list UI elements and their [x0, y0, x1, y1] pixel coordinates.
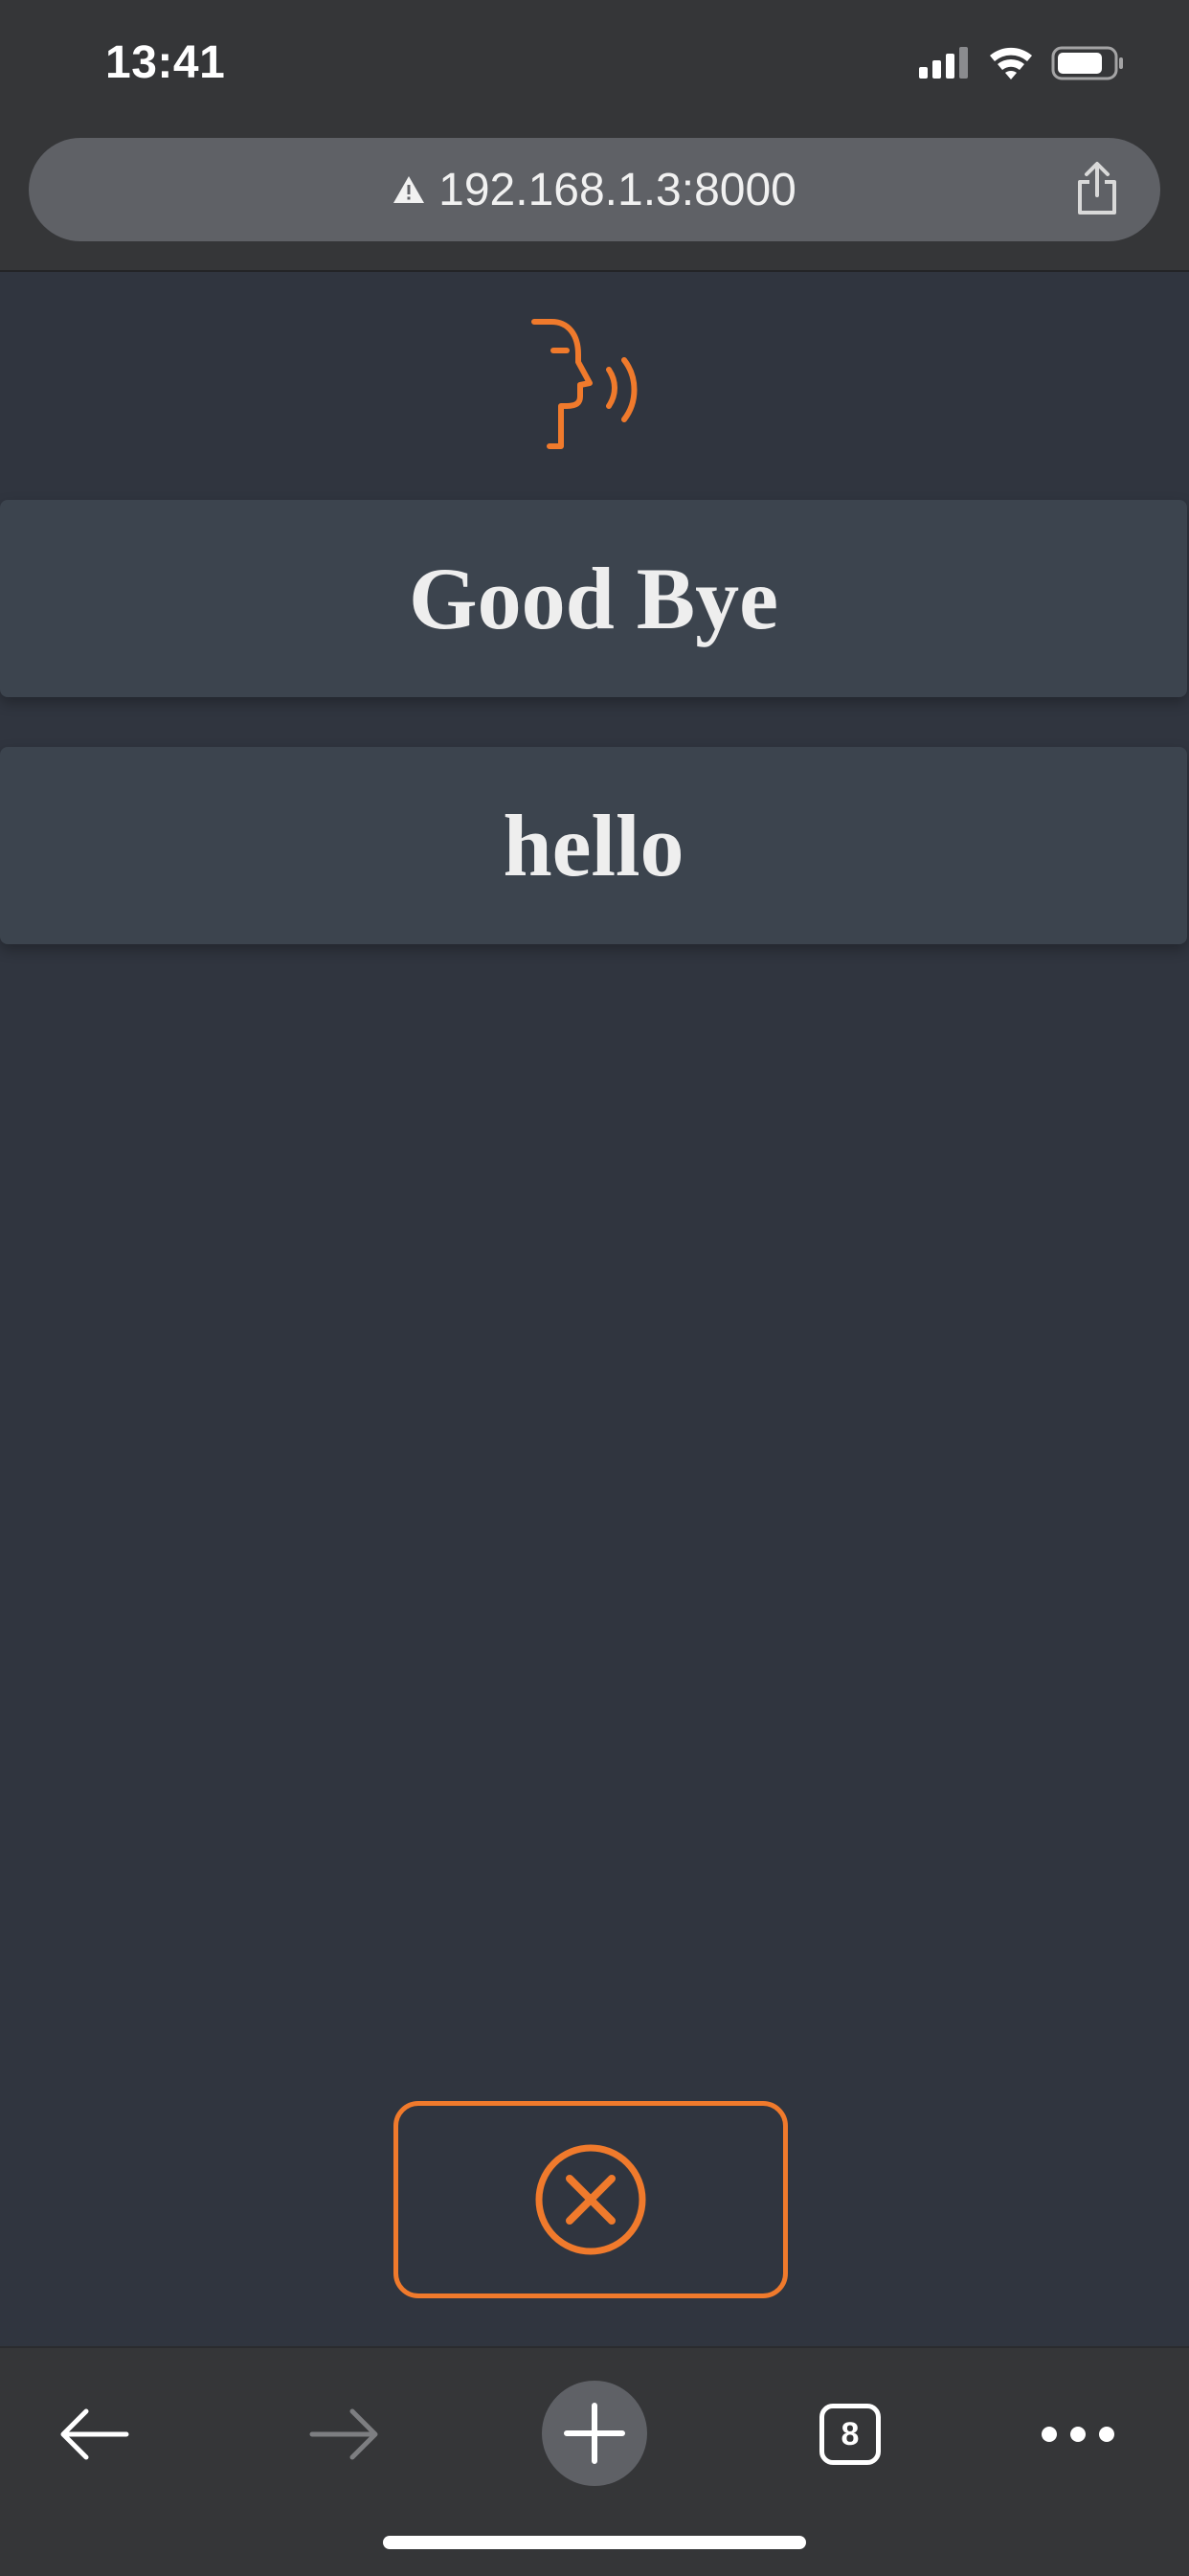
page-content: Good Bye hello [0, 272, 1189, 2346]
cancel-button[interactable] [393, 2101, 788, 2298]
forward-arrow-icon [309, 2408, 378, 2460]
back-button[interactable] [46, 2383, 142, 2486]
share-icon[interactable] [1074, 161, 1120, 216]
phrase-label: hello [503, 797, 684, 894]
tab-count-badge: 8 [819, 2404, 881, 2465]
forward-button[interactable] [297, 2383, 393, 2486]
address-bar[interactable]: 192.168.1.3:8000 [29, 138, 1160, 241]
cancel-circle-icon [535, 2144, 646, 2255]
wifi-icon [990, 47, 1032, 79]
warning-triangle-icon [393, 176, 425, 203]
browser-address-area: 192.168.1.3:8000 [0, 134, 1189, 272]
status-time: 13:41 [105, 37, 226, 88]
home-indicator[interactable] [383, 2536, 806, 2549]
new-tab-button[interactable] [542, 2381, 647, 2486]
cellular-signal-icon [919, 47, 968, 79]
phrase-label: Good Bye [409, 550, 778, 647]
plus-icon [564, 2403, 625, 2464]
url-text: 192.168.1.3:8000 [438, 164, 796, 215]
phrase-button-hello[interactable]: hello [0, 747, 1187, 944]
status-icons [919, 46, 1123, 80]
speaking-head-icon [531, 319, 638, 449]
battery-icon [1051, 46, 1123, 80]
back-arrow-icon [60, 2408, 129, 2460]
status-bar: 13:41 [0, 0, 1189, 134]
more-menu-button[interactable] [1030, 2383, 1126, 2486]
tabs-button[interactable]: 8 [802, 2383, 898, 2486]
phrase-button-good-bye[interactable]: Good Bye [0, 500, 1187, 697]
more-icon [1042, 2427, 1114, 2442]
browser-toolbar: 8 [0, 2346, 1189, 2576]
address-bar-content: 192.168.1.3:8000 [29, 138, 1160, 241]
